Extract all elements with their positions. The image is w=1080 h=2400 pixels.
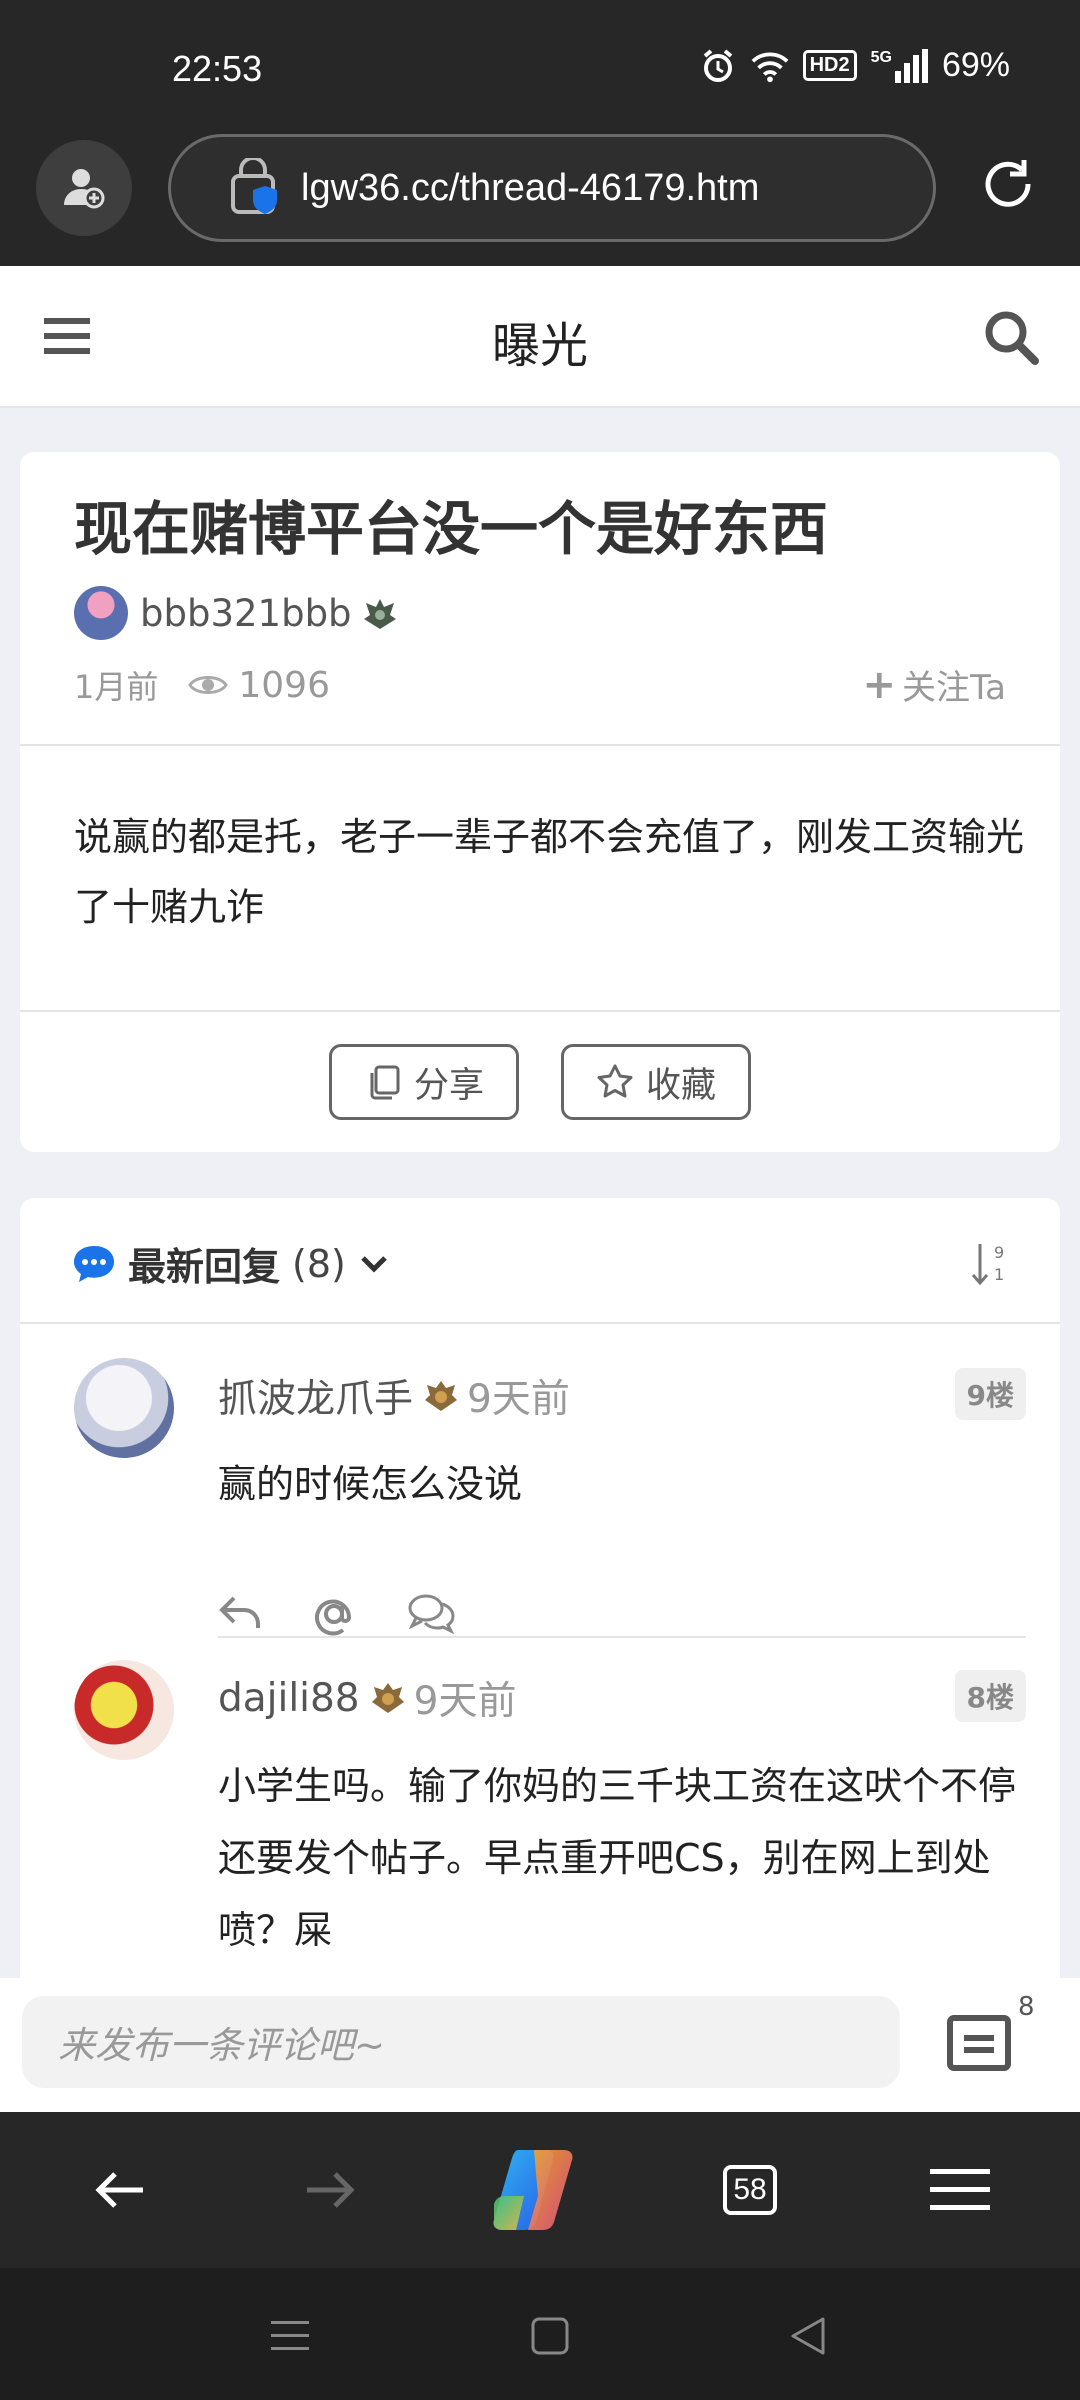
- copy-icon: [370, 1065, 400, 1100]
- follow-button[interactable]: + 关注Ta: [863, 660, 1007, 709]
- reply-time: 9天前: [413, 1679, 517, 1724]
- post-card: 现在赌博平台没一个是好东西 bbb321bbb 1月前 1096 + 关注Ta …: [20, 452, 1060, 1152]
- divider: [20, 744, 1060, 746]
- svg-text:9: 9: [994, 1243, 1004, 1262]
- divider: [20, 1322, 1060, 1324]
- divider: [218, 1636, 1026, 1638]
- replies-title: 最新回复: [128, 1245, 281, 1289]
- mention-icon[interactable]: [312, 1592, 356, 1636]
- chat-bubble-icon: [74, 1245, 114, 1282]
- reply-item: 抓波龙爪手 9天前 9楼 赢的时候怎么没说: [74, 1358, 1026, 1638]
- comment-count: 8: [1018, 1992, 1035, 2022]
- back-nav-button[interactable]: [780, 2308, 836, 2364]
- menu-lines-icon: [271, 2321, 309, 2350]
- triangle-back-icon: [791, 2317, 825, 2355]
- comment-bar: 来发布一条评论吧~ 8: [0, 1978, 1080, 2112]
- search-icon[interactable]: [982, 308, 1040, 366]
- reply-text: 小学生吗。输了你妈的三千块工资在这吠个不停还要发个帖子。早点重开吧CS，别在网上…: [218, 1764, 1017, 1952]
- comment-icon[interactable]: [946, 2014, 1012, 2076]
- reload-icon: [985, 160, 1031, 207]
- reply-author[interactable]: dajili88: [218, 1676, 360, 1721]
- plus-icon: +: [862, 661, 897, 708]
- replies-header[interactable]: 最新回复 (8): [72, 1236, 388, 1291]
- divider: [20, 1010, 1060, 1012]
- tabs-button[interactable]: 58: [710, 2150, 790, 2230]
- share-button[interactable]: 分享: [328, 1044, 519, 1120]
- signal-icon: 5G: [871, 48, 928, 83]
- square-icon: [531, 2317, 569, 2355]
- alarm-icon: [699, 47, 737, 85]
- browser-toolbar: lgw36.cc/thread-46179.htm: [0, 130, 1080, 266]
- system-nav-bar: [0, 2268, 1080, 2400]
- follow-label: 关注Ta: [902, 668, 1006, 708]
- chevron-down-icon[interactable]: [360, 1254, 388, 1274]
- hd-icon: HD2: [802, 50, 857, 81]
- reply-actions: [218, 1592, 456, 1636]
- avatar[interactable]: [74, 1660, 174, 1760]
- replies-count: (8): [292, 1241, 346, 1286]
- site-header: 曝光: [0, 266, 1080, 408]
- rank-badge-icon: [363, 599, 396, 629]
- post-actions: 分享 收藏: [20, 1044, 1060, 1120]
- status-time: 22:53: [172, 48, 263, 89]
- hamburger-menu-icon: [930, 2169, 990, 2210]
- replies-card: 最新回复 (8) 91 抓波龙爪手 9天前 9楼 赢的时候怎么没说 dajili…: [20, 1198, 1060, 1998]
- author-row[interactable]: bbb321bbb: [74, 586, 398, 640]
- share-label: 分享: [413, 1065, 484, 1106]
- comment-input[interactable]: 来发布一条评论吧~: [22, 1996, 900, 2088]
- back-button[interactable]: [80, 2150, 160, 2230]
- rank-badge-icon: [371, 1683, 404, 1713]
- address-bar[interactable]: lgw36.cc/thread-46179.htm: [168, 134, 936, 242]
- favorite-label: 收藏: [646, 1065, 717, 1106]
- add-user-icon: [64, 169, 105, 209]
- wifi-icon: [751, 47, 789, 85]
- browser-menu-button[interactable]: [920, 2150, 1000, 2230]
- author-name[interactable]: bbb321bbb: [140, 592, 352, 635]
- post-title: 现在赌博平台没一个是好东西: [74, 495, 829, 563]
- reply-time: 9天前: [467, 1377, 570, 1422]
- reply-meta: 抓波龙爪手 9天前: [218, 1368, 570, 1424]
- reply-meta: dajili88 9天前: [218, 1670, 516, 1726]
- arrow-right-icon: [307, 2172, 355, 2208]
- tab-count: 58: [723, 2165, 777, 2215]
- sort-icon[interactable]: 91: [970, 1240, 1010, 1290]
- reply-item: dajili88 9天前 8楼 小学生吗。输了你妈的三千块工资在这吠个不停还要发…: [74, 1660, 1026, 1980]
- reply-author[interactable]: 抓波龙爪手: [218, 1368, 413, 1424]
- view-count-value: 1096: [238, 664, 330, 706]
- post-body: 说赢的都是托，老子一辈子都不会充值了，刚发工资输光了十赌九诈: [74, 815, 1025, 929]
- favorite-button[interactable]: 收藏: [561, 1044, 752, 1120]
- copilot-icon: [493, 2150, 573, 2230]
- star-icon: [597, 1064, 633, 1098]
- reply-text: 赢的时候怎么没说: [218, 1462, 523, 1506]
- battery-level: 69%: [941, 46, 1010, 84]
- post-time: 1月前: [74, 668, 159, 706]
- status-icons: HD2 5G 69%: [699, 46, 1010, 85]
- home-button[interactable]: [522, 2308, 578, 2364]
- reply-icon[interactable]: [218, 1592, 262, 1632]
- svg-text:1: 1: [994, 1265, 1004, 1284]
- reload-button[interactable]: [972, 148, 1044, 220]
- forward-button[interactable]: [290, 2150, 370, 2230]
- rank-badge-icon: [425, 1381, 458, 1411]
- copilot-button[interactable]: [486, 2142, 594, 2238]
- url-text: lgw36.cc/thread-46179.htm: [301, 166, 760, 209]
- profile-button[interactable]: [36, 140, 132, 236]
- status-bar: 22:53 HD2 5G 69%: [0, 0, 1080, 130]
- arrow-left-icon: [95, 2172, 143, 2208]
- post-meta: 1月前 1096: [74, 662, 330, 708]
- avatar[interactable]: [74, 1358, 174, 1458]
- recent-apps-button[interactable]: [262, 2308, 318, 2364]
- floor-badge: 8楼: [954, 1670, 1026, 1722]
- shield-lock-icon: [231, 158, 277, 214]
- site-title: 曝光: [491, 318, 588, 374]
- eye-icon: [188, 676, 229, 694]
- floor-badge: 9楼: [954, 1368, 1026, 1420]
- browser-bottom-bar: 58: [0, 2112, 1080, 2268]
- comments-icon[interactable]: [406, 1592, 456, 1634]
- view-count: 1096: [188, 665, 330, 706]
- avatar[interactable]: [74, 586, 128, 640]
